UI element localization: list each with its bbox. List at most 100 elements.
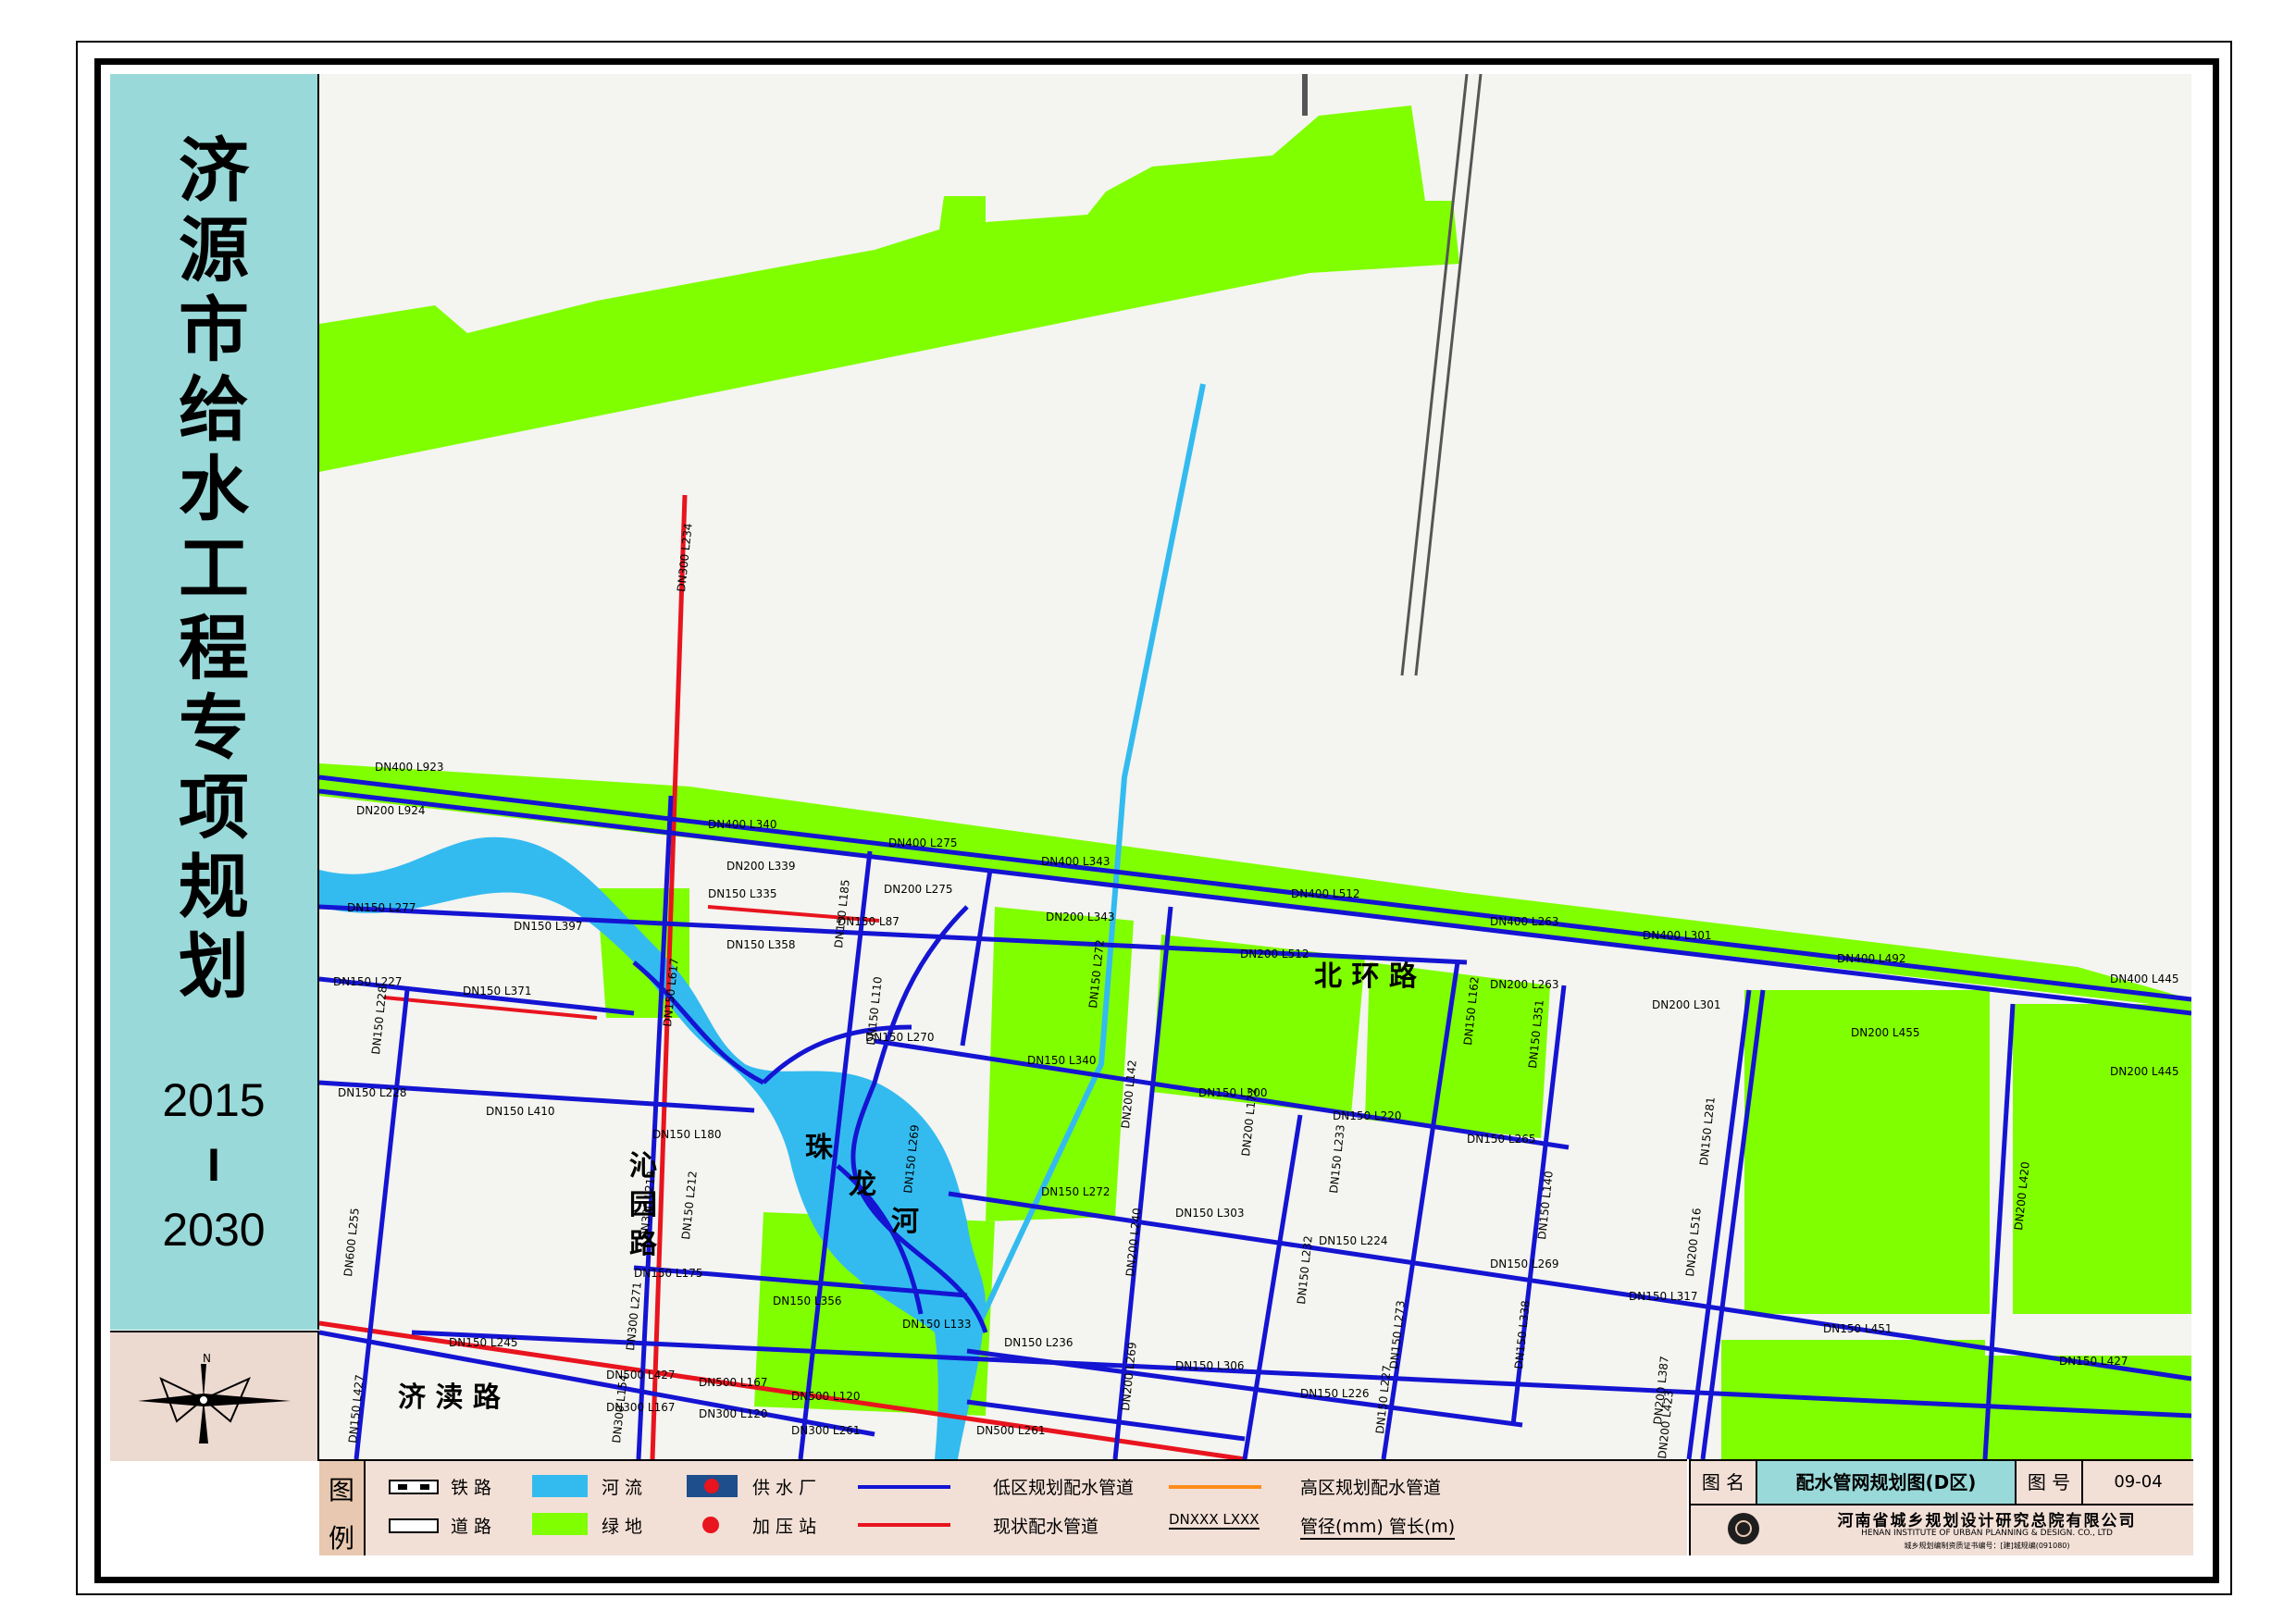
road-label-north-ring: 北 环 路 xyxy=(1314,960,1418,993)
pipe-label: DN150 L226 xyxy=(1300,1387,1370,1400)
pipe-label: DN300 L261 xyxy=(791,1424,861,1437)
road-icon xyxy=(389,1518,439,1533)
pipe-label: DN200 L269 xyxy=(1119,1342,1139,1412)
pipe-label: DN150 L317 xyxy=(1629,1290,1698,1303)
pipe-label: DN150 L281 xyxy=(1697,1096,1718,1167)
river-label: 龙 xyxy=(849,1169,876,1201)
legend-railway-label: 铁 路 xyxy=(451,1478,492,1498)
booster-icon xyxy=(702,1517,719,1533)
pipe-label: DN400 L340 xyxy=(708,818,777,831)
green-block xyxy=(2013,1004,2191,1314)
pipe-label: DN150 L358 xyxy=(726,938,796,951)
pipe-label: DN150 L236 xyxy=(1004,1336,1074,1349)
title-block: 图 名 配水管网规划图(D区) 图 号 09-04 河南省城乡规划设计研究总院有… xyxy=(1689,1459,2193,1555)
certificate-text: 城乡规划编制资质证书编号：[建]城规编(091080) xyxy=(1904,1542,2070,1550)
drawing-name: 配水管网规划图(D区) xyxy=(1757,1461,2017,1505)
drawing-number-label: 图 号 xyxy=(2017,1461,2083,1505)
pipe-label: DN200 L455 xyxy=(1851,1026,1920,1039)
legend-heading-char: 例 xyxy=(328,1523,354,1554)
pipe-label: DN500 L167 xyxy=(699,1376,768,1389)
legend-river-label: 河 流 xyxy=(602,1478,643,1498)
pipe-label: DN400 L301 xyxy=(1643,929,1712,942)
title-char: 程 xyxy=(179,607,249,689)
title-char: 给 xyxy=(179,368,249,451)
low-zone-pipe xyxy=(960,869,993,1047)
map-canvas: 北 环 路 沁 园 路 济 渎 路 珠 龙 河 DN400 L923 DN200… xyxy=(319,74,2191,1459)
pipe-label: DN200 L240 xyxy=(1123,1208,1144,1278)
pipe-label: DN400 L445 xyxy=(2110,973,2179,985)
pipe-label: DN200 L924 xyxy=(356,804,426,817)
company-name: 河南省城乡规划设计研究总院有限公司 xyxy=(1837,1512,2137,1530)
pipe-label: DN150 L212 xyxy=(679,1171,700,1241)
pipe-label: DN150 L356 xyxy=(773,1295,842,1307)
road-label-jidu: 济 渎 路 xyxy=(398,1381,502,1414)
legend-heading: 图 例 xyxy=(319,1461,366,1555)
pipe-label: DN150 L227 xyxy=(333,975,403,988)
title-char: 项 xyxy=(179,766,249,849)
pipe-label: DN600 L255 xyxy=(341,1208,362,1278)
pipe-label: DN500 L120 xyxy=(791,1390,861,1403)
pipe-label: DN150 L185 xyxy=(832,879,852,949)
pipe-label: DN300 L271 xyxy=(624,1282,644,1352)
plant-icon xyxy=(687,1475,738,1497)
pipe-label: DN200 L275 xyxy=(884,883,953,896)
pipe-label: DN300 L234 xyxy=(675,523,695,593)
low-pipe-swatch xyxy=(858,1485,950,1489)
legend-heading-char: 图 xyxy=(328,1475,354,1505)
legend-sample-desc: 管径(mm) 管长(m) xyxy=(1300,1513,1456,1540)
year-end: 2030 xyxy=(162,1204,266,1256)
pipe-label: DN200 L263 xyxy=(1490,978,1559,991)
pipe-label: DN200 L343 xyxy=(1046,911,1115,923)
side-title-panel: 济 源 市 给 水 工 程 专 项 规 划 2015 I 2030 xyxy=(110,74,319,1330)
title-char: 专 xyxy=(179,687,249,769)
high-pipe-swatch xyxy=(1169,1485,1261,1489)
pipe-label: DN150 L265 xyxy=(1467,1133,1536,1146)
title-char: 市 xyxy=(179,289,249,371)
pipe-label: DN200 L301 xyxy=(1652,998,1721,1011)
pipe-label: DN150 L228 xyxy=(338,1086,407,1099)
legend-existing-pipe-label: 现状配水管道 xyxy=(993,1517,1099,1537)
river-label: 河 xyxy=(891,1206,919,1238)
pipe-label: DN400 L923 xyxy=(375,761,444,774)
legend-low-pipe-label: 低区规划配水管道 xyxy=(993,1478,1135,1498)
title-char: 工 xyxy=(179,527,249,610)
legend-road-label: 道 路 xyxy=(451,1517,492,1537)
low-zone-pipe xyxy=(1242,1114,1303,1459)
pipe-label: DN150 L175 xyxy=(634,1267,703,1280)
green-icon xyxy=(532,1513,588,1535)
pipe-label: DN200 L516 xyxy=(1683,1208,1704,1278)
pipe-label: DN150 L397 xyxy=(514,920,583,933)
pipe-label: DN150 L233 xyxy=(1327,1124,1347,1195)
year-separator: I xyxy=(207,1139,220,1191)
title-char: 源 xyxy=(179,209,249,291)
pipe-label: DN200 L339 xyxy=(726,860,796,873)
legend-booster-label: 加 压 站 xyxy=(752,1517,817,1537)
drawing-number: 09-04 xyxy=(2083,1461,2193,1505)
company-logo-icon xyxy=(1728,1513,1759,1544)
pipe-label: DN400 L263 xyxy=(1490,915,1559,928)
legend-plant-label: 供 水 厂 xyxy=(752,1478,817,1498)
north-green-belt xyxy=(319,105,1459,472)
pipe-label: DN150 L133 xyxy=(902,1318,972,1331)
pipe-label: DN150 L303 xyxy=(1175,1207,1245,1220)
title-char: 规 xyxy=(179,846,249,928)
pipe-label: DN150 L427 xyxy=(2059,1355,2128,1368)
pipe-label: DN150 L306 xyxy=(1175,1359,1245,1372)
pipe-label: DN200 L445 xyxy=(2110,1065,2179,1078)
pipe-label: DN400 L512 xyxy=(1291,887,1360,900)
title-char: 济 xyxy=(179,130,249,212)
pipe-label: DN150 L335 xyxy=(708,887,777,900)
pipe-label: DN150 L410 xyxy=(486,1105,555,1118)
existing-pipe-swatch xyxy=(858,1523,950,1527)
pipe-label: DN150 L220 xyxy=(1333,1109,1402,1122)
pipe-label: DN400 L492 xyxy=(1837,952,1906,965)
svg-text:N: N xyxy=(203,1352,211,1365)
pipe-label: DN150 L180 xyxy=(652,1128,722,1141)
pipe-label: DN150 L140 xyxy=(1535,1171,1556,1241)
river-icon xyxy=(532,1475,588,1497)
project-title: 济 源 市 给 水 工 程 专 项 规 划 xyxy=(110,131,317,1007)
year-start: 2015 xyxy=(162,1074,266,1126)
north-arrow-icon: N xyxy=(138,1352,291,1443)
legend-sample-label: DNXXX LXXX xyxy=(1169,1511,1260,1530)
pipe-label: DN150 L224 xyxy=(1319,1234,1388,1247)
